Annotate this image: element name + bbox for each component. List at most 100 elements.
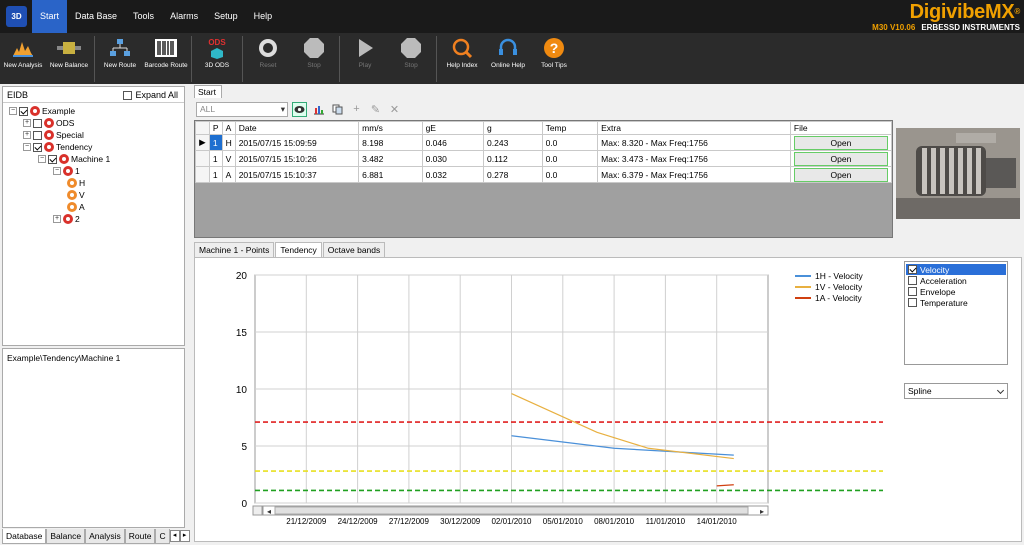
new-route-button[interactable]: New Route [97,34,143,83]
open-file-button[interactable]: Open [793,167,888,182]
option-checkbox[interactable] [908,265,917,274]
tree-node-machine-1[interactable]: − Machine 1 [38,153,110,165]
option-velocity[interactable]: Velocity [906,264,1006,275]
open-file-button[interactable]: Open [793,135,888,150]
copy-icon[interactable] [330,102,345,117]
option-checkbox[interactable] [908,287,917,296]
3d-ods-button[interactable]: ODS 3D ODS [194,34,240,83]
cell-temp[interactable]: 0.0 [541,166,599,183]
cell-g[interactable]: 0.112 [483,150,543,167]
tree-node-point-2[interactable]: +2 [53,213,80,225]
col-mms[interactable]: mm/s [358,121,423,135]
table-row[interactable]: 1 V 2015/07/15 15:10:26 3.482 0.030 0.11… [195,150,893,167]
cell-mms[interactable]: 6.881 [358,166,423,183]
interpolation-select[interactable]: Spline [904,383,1008,399]
tree-node-example[interactable]: − Example [9,105,75,117]
cell-mms[interactable]: 3.482 [358,150,423,167]
menu-start[interactable]: Start [32,0,68,33]
open-file-button[interactable]: Open [793,151,888,166]
tree-node-point-1[interactable]: −1 [53,165,80,177]
col-p[interactable]: P [208,121,223,135]
option-temperature[interactable]: Temperature [906,297,1006,308]
tab-analysis[interactable]: Analysis [85,529,125,544]
tendency-chart[interactable]: 0 5 10 15 20 21/12/2009 24/12/2009 27/12/2009 30… [195,258,895,542]
tab-balance[interactable]: Balance [46,529,86,544]
expand-toggle-icon[interactable]: + [53,215,61,223]
menu-setup[interactable]: Setup [206,0,246,33]
cell-a[interactable]: V [221,150,236,167]
expand-all-checkbox[interactable]: Expand All [123,90,178,100]
cell-ge[interactable]: 0.032 [421,166,485,183]
cell-extra[interactable]: Max: 3.473 - Max Freq:1756 [597,150,791,167]
cell-temp[interactable]: 0.0 [541,134,599,151]
tree-node-tendency[interactable]: − Tendency [23,141,92,153]
collapse-toggle-icon[interactable]: − [53,167,61,175]
eye-view-icon[interactable] [292,101,307,117]
barcode-route-button[interactable]: Barcode Route [143,34,189,83]
tab-database[interactable]: Database [2,529,47,544]
cell-date[interactable]: 2015/07/15 15:10:37 [234,166,360,183]
new-analysis-button[interactable]: New Analysis [0,34,46,83]
tree-node-v[interactable]: V [67,189,85,201]
cell-mms[interactable]: 8.198 [358,134,423,151]
tree-node-special[interactable]: + Special [23,129,84,141]
option-checkbox[interactable] [908,298,917,307]
tree-checkbox[interactable] [19,106,28,116]
col-extra[interactable]: Extra [597,121,791,135]
new-balance-button[interactable]: New Balance [46,34,92,83]
cell-p[interactable]: 1 [208,166,223,183]
stop-route-button[interactable]: Stop [388,34,434,83]
online-help-button[interactable]: Online Help [485,34,531,83]
tree-checkbox[interactable] [33,118,42,128]
menu-alarms[interactable]: Alarms [162,0,206,33]
cell-temp[interactable]: 0.0 [541,150,599,167]
tab-start[interactable]: Start [194,85,222,98]
table-row[interactable]: ▶ 1 H 2015/07/15 15:09:59 8.198 0.046 0.… [195,134,893,151]
tool-tips-button[interactable]: ? Tool Tips [531,34,577,83]
tree-node-a[interactable]: A [67,201,85,213]
cell-date[interactable]: 2015/07/15 15:10:26 [234,150,360,167]
cell-ge[interactable]: 0.030 [421,150,485,167]
stop-button[interactable]: Stop [291,34,337,83]
reset-button[interactable]: Reset [245,34,291,83]
cell-g[interactable]: 0.243 [483,134,543,151]
bar-chart-icon[interactable] [311,102,326,117]
option-acceleration[interactable]: Acceleration [906,275,1006,286]
option-checkbox[interactable] [908,276,917,285]
option-envelope[interactable]: Envelope [906,286,1006,297]
tree-node-ods[interactable]: + ODS [23,117,74,129]
help-index-button[interactable]: Help Index [439,34,485,83]
expand-toggle-icon[interactable]: + [23,131,31,139]
expand-toggle-icon[interactable]: + [23,119,31,127]
col-a[interactable]: A [221,121,236,135]
tab-c[interactable]: C [155,529,170,544]
cell-p[interactable]: 1 [208,150,223,167]
play-button[interactable]: Play [342,34,388,83]
cell-g[interactable]: 0.278 [483,166,543,183]
cell-extra[interactable]: Max: 8.320 - Max Freq:1756 [597,134,791,151]
cell-a[interactable]: H [221,134,236,151]
menu-help[interactable]: Help [246,0,281,33]
col-date[interactable]: Date [234,121,360,135]
add-icon[interactable]: + [349,102,364,117]
menu-database[interactable]: Data Base [67,0,125,33]
cell-p[interactable]: 1 [208,134,223,151]
menu-tools[interactable]: Tools [125,0,162,33]
tree-checkbox[interactable] [48,154,57,164]
filter-combo[interactable]: ALL [196,101,288,117]
cell-extra[interactable]: Max: 6.379 - Max Freq:1756 [597,166,791,183]
cell-a[interactable]: A [221,166,236,183]
cell-date[interactable]: 2015/07/15 15:09:59 [234,134,360,151]
tree-checkbox[interactable] [33,130,42,140]
col-ge[interactable]: gE [421,121,485,135]
col-g[interactable]: g [483,121,543,135]
table-row[interactable]: 1 A 2015/07/15 15:10:37 6.881 0.032 0.27… [195,166,893,183]
col-temp[interactable]: Temp [541,121,599,135]
collapse-toggle-icon[interactable]: − [9,107,17,115]
tab-machine-points[interactable]: Machine 1 - Points [194,242,275,257]
tab-tendency[interactable]: Tendency [275,242,322,257]
edit-icon[interactable]: ✎ [368,102,383,117]
tree-node-h[interactable]: H [67,177,85,189]
app-logo[interactable]: 3D [6,6,27,27]
cell-ge[interactable]: 0.046 [421,134,485,151]
